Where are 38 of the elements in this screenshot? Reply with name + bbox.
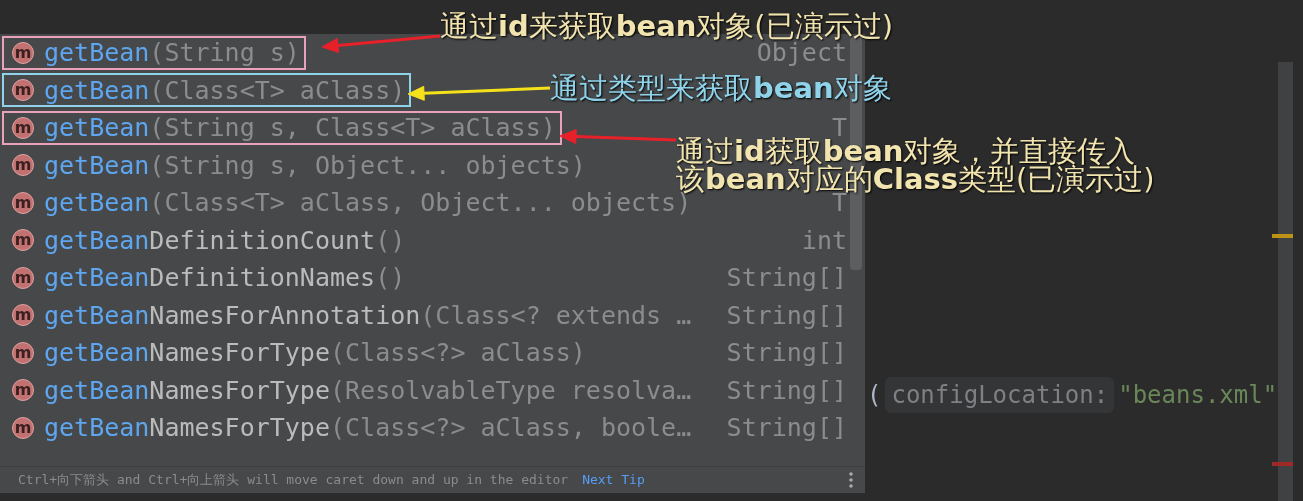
tip-text: Ctrl+向下箭头 and Ctrl+向上箭头 will move caret down and up in the editor: [18, 471, 569, 490]
method-icon: m: [12, 266, 34, 289]
method-icon: m: [12, 154, 34, 177]
method-icon: m: [12, 79, 34, 102]
completion-item[interactable]: getBeanNamesForAnnotation(Class<? extends …: [44, 302, 692, 328]
return-type: T: [831, 190, 847, 216]
return-type: int: [801, 227, 847, 253]
error-marker: [1272, 462, 1293, 466]
completion-item[interactable]: getBeanNamesForType(ResolvableType resolva…: [44, 377, 692, 403]
warning-marker: [1272, 234, 1293, 238]
method-icon: m: [12, 304, 34, 327]
parameter-hint: configLocation:: [885, 377, 1115, 413]
method-icon: m: [12, 41, 34, 64]
return-type: String[]: [726, 377, 847, 403]
completion-item[interactable]: getBeanDefinitionCount(): [44, 227, 406, 253]
method-icon: m: [12, 379, 34, 402]
completion-item[interactable]: getBean(String s, Class<T> aClass): [44, 115, 556, 141]
method-icon: m: [12, 229, 34, 252]
completion-item[interactable]: getBeanNamesForType(Class<?> aClass, boole…: [44, 415, 692, 441]
method-icon: m: [12, 341, 34, 364]
method-icon: m: [12, 116, 34, 139]
return-type: String[]: [726, 302, 847, 328]
more-options-icon[interactable]: [849, 472, 853, 488]
next-tip-link[interactable]: Next Tip: [582, 470, 645, 490]
completion-item[interactable]: getBeanDefinitionNames(): [44, 265, 406, 291]
return-type: String[]: [726, 340, 847, 366]
return-type: String[]: [726, 415, 847, 441]
method-icon: m: [12, 191, 34, 214]
method-icon: m: [12, 416, 34, 439]
string-literal: "beans.xml": [1118, 380, 1278, 411]
code-text: (: [867, 380, 882, 411]
annotation-text: 通过类型来获取bean对象: [550, 74, 892, 102]
return-type: Object: [756, 40, 847, 66]
completion-item[interactable]: getBean(String s): [44, 40, 300, 66]
return-type: String[]: [726, 265, 847, 291]
completion-item[interactable]: getBeanNamesForType(Class<?> aClass): [44, 340, 586, 366]
completion-item[interactable]: getBean(String s, Object... objects): [44, 152, 586, 178]
completion-item[interactable]: getBean(Class<T> aClass): [44, 77, 406, 103]
